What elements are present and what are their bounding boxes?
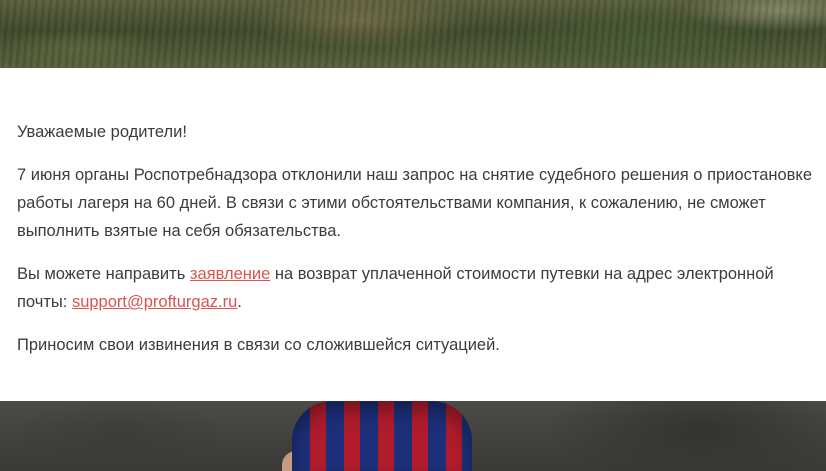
hero-photo-top [0,0,826,68]
page: Уважаемые родители! 7 июня органы Роспот… [0,0,826,471]
paragraph-rejection: 7 июня органы Роспотребнадзора отклонили… [17,166,813,240]
application-link[interactable]: заявление [190,265,270,283]
paragraph-refund: Вы можете направить заявление на возврат… [17,260,817,316]
apology: Приносим свои извинения в связи со сложи… [17,336,500,354]
hero-photo-bottom [0,401,826,471]
refund-text-end: . [237,293,242,311]
greeting: Уважаемые родители! [17,123,187,141]
refund-text-start: Вы можете направить [17,265,190,283]
player-jersey-image [292,401,472,471]
support-email-link[interactable]: support@profturgaz.ru [72,293,237,311]
notice-card: Уважаемые родители! 7 июня органы Роспот… [0,68,826,401]
notice-text: Уважаемые родители! 7 июня органы Роспот… [17,118,817,374]
